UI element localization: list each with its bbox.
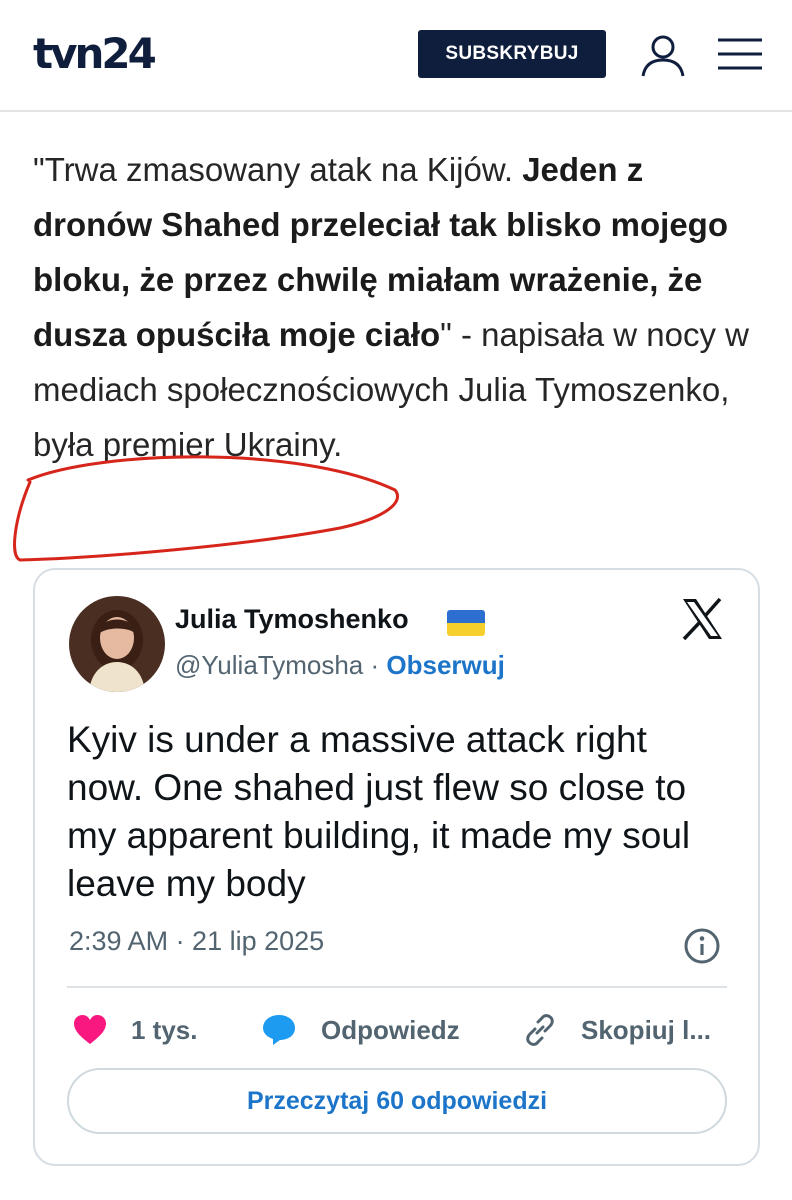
tweet-text: Kyiv is under a massive attack right now… bbox=[67, 719, 691, 904]
avatar[interactable] bbox=[69, 596, 165, 692]
user-icon[interactable] bbox=[639, 32, 687, 80]
tweet-handle-row: @YuliaTymosha · Obserwuj bbox=[175, 650, 505, 681]
follow-link[interactable]: Obserwuj bbox=[386, 650, 504, 680]
tweet-handle[interactable]: @YuliaTymosha bbox=[175, 650, 363, 680]
top-navigation-bar: tvn24 SUBSKRYBUJ bbox=[0, 0, 792, 112]
speech-bubble-icon bbox=[263, 1015, 295, 1045]
ukraine-flag-icon bbox=[447, 610, 485, 636]
article-paragraph: "Trwa zmasowany atak na Kijów. Jeden z d… bbox=[33, 142, 768, 472]
x-logo-icon[interactable] bbox=[679, 596, 725, 642]
read-replies-button[interactable]: Przeczytaj 60 odpowiedzi bbox=[67, 1068, 727, 1134]
heart-icon bbox=[74, 1015, 106, 1044]
article-quote-start: "Trwa zmasowany atak na Kijów. bbox=[33, 151, 523, 188]
info-icon[interactable] bbox=[683, 927, 721, 965]
copy-link-label: Skopiuj l... bbox=[581, 1014, 712, 1045]
handle-separator: · bbox=[363, 650, 387, 680]
reply-button[interactable]: Odpowiedz bbox=[261, 1010, 460, 1050]
tweet-author-name[interactable]: Julia Tymoshenko bbox=[175, 604, 409, 635]
copy-link-button[interactable]: Skopiuj l... bbox=[523, 1010, 711, 1050]
reply-label: Odpowiedz bbox=[321, 1014, 460, 1045]
hamburger-menu-icon[interactable] bbox=[718, 38, 762, 70]
link-icon bbox=[526, 1014, 554, 1046]
site-logo[interactable]: tvn24 bbox=[33, 26, 157, 82]
tweet-divider bbox=[67, 986, 727, 988]
like-count: 1 tys. bbox=[131, 1014, 198, 1045]
tweet-timestamp[interactable]: 2:39 AM · 21 lip 2025 bbox=[69, 926, 324, 957]
like-button[interactable]: 1 tys. bbox=[73, 1010, 198, 1050]
subscribe-button[interactable]: SUBSKRYBUJ bbox=[418, 30, 606, 78]
embedded-tweet-card[interactable]: Julia Tymoshenko @YuliaTymosha · Obserwu… bbox=[33, 568, 760, 1166]
